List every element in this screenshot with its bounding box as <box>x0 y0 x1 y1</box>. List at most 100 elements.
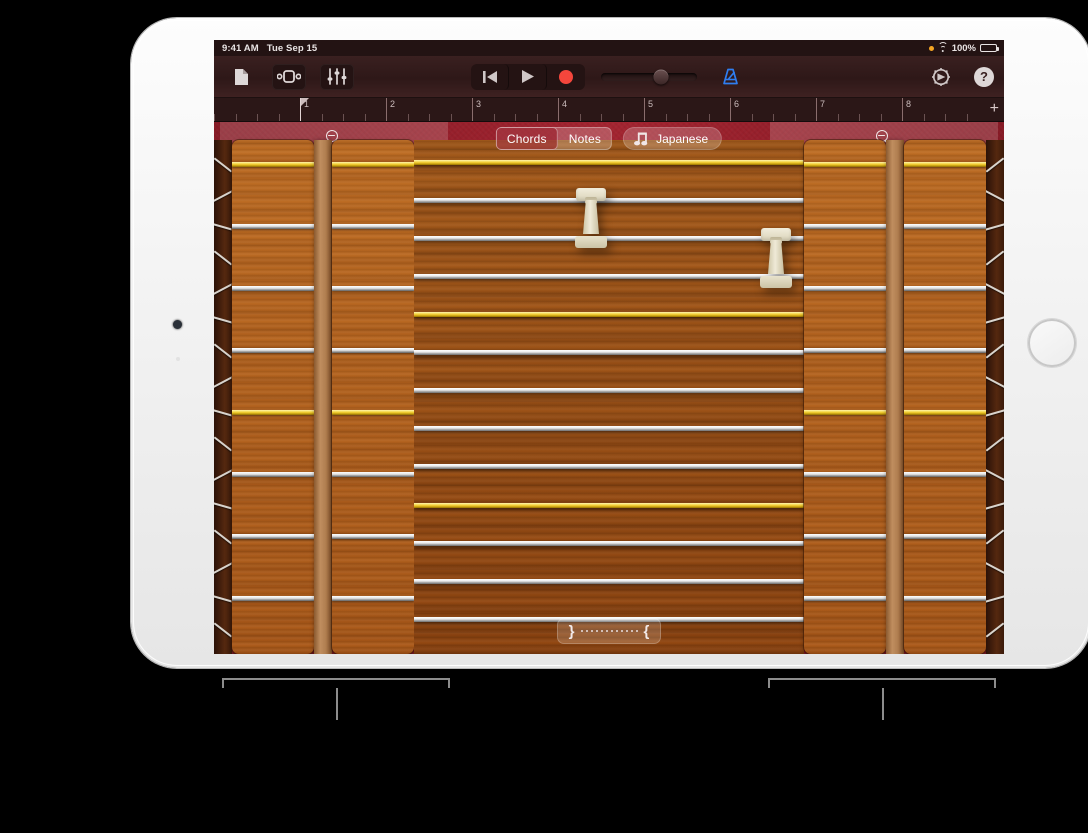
home-button[interactable] <box>1028 319 1076 367</box>
string-wrap <box>214 561 232 575</box>
settings-button[interactable] <box>924 64 958 90</box>
zone-divider <box>804 471 886 477</box>
zone-divider <box>904 285 986 291</box>
string-wrap <box>214 223 232 231</box>
zone-divider <box>232 223 314 229</box>
zone-divider-gold <box>232 162 314 167</box>
string-wrap <box>214 316 232 324</box>
zone-divider <box>804 595 886 601</box>
string-wrap <box>986 250 1004 266</box>
rewind-button[interactable] <box>471 63 509 90</box>
ruler-beat-tick <box>214 114 215 121</box>
segment-notes[interactable]: Notes <box>558 127 612 150</box>
ruler-bar-number: 2 <box>390 99 396 109</box>
ruler-bar-number: 8 <box>906 99 912 109</box>
master-volume-slider[interactable] <box>601 69 697 84</box>
string-wrap <box>214 409 232 417</box>
wifi-icon <box>937 42 948 52</box>
koto-string[interactable] <box>414 274 804 280</box>
left-play-zone-2[interactable] <box>332 140 414 654</box>
right-play-zone-1[interactable] <box>804 140 886 654</box>
zone-divider-gold <box>804 409 886 415</box>
zone-divider <box>804 533 886 539</box>
battery-icon <box>980 44 999 52</box>
status-bar: 9:41 AM Tue Sep 15 100% <box>214 40 1004 56</box>
koto-soundboard[interactable] <box>414 140 804 654</box>
add-section-button[interactable]: + <box>990 101 999 117</box>
zone-separator-right <box>886 140 904 654</box>
spacing-dot <box>630 630 633 632</box>
koto-string-gold[interactable] <box>414 160 804 165</box>
my-songs-button[interactable] <box>224 64 258 90</box>
koto-string[interactable] <box>414 464 804 470</box>
ruler-bar-number: 4 <box>562 99 568 109</box>
zone-divider <box>232 285 314 291</box>
ipad-device: 9:41 AM Tue Sep 15 100% ? 1 2 3 4 5 6 7 … <box>131 18 1088 668</box>
ruler-beat-tick <box>407 114 409 121</box>
zone-divider <box>804 285 886 291</box>
koto-string[interactable] <box>414 350 804 356</box>
string-wrap <box>986 468 1004 482</box>
ruler-beat-tick <box>536 114 538 121</box>
track-view-button[interactable] <box>272 63 306 90</box>
koto-bridge[interactable] <box>574 188 608 248</box>
record-icon <box>559 69 573 84</box>
string-wrap <box>986 157 1004 173</box>
ruler-beat-tick <box>794 114 796 121</box>
volume-slider-knob[interactable] <box>653 69 669 84</box>
zone-divider <box>332 471 414 477</box>
koto-string-gold[interactable] <box>414 312 804 318</box>
koto-bridge[interactable] <box>759 228 793 288</box>
record-button[interactable] <box>547 64 585 90</box>
segment-chords[interactable]: Chords <box>495 127 558 150</box>
right-play-zone-2[interactable] <box>904 140 986 654</box>
ruler-beat-tick <box>945 114 946 121</box>
left-play-zone-1[interactable] <box>232 140 314 654</box>
koto-string[interactable] <box>414 540 804 546</box>
spacing-dot <box>585 630 588 632</box>
ruler-bar-number: 5 <box>648 99 654 109</box>
ruler-beat-tick <box>429 114 430 121</box>
orange-dot-icon <box>928 45 934 51</box>
timeline-ruler[interactable]: 12345678 + <box>214 98 1004 122</box>
ruler-beat-tick <box>966 114 968 121</box>
koto-string[interactable] <box>414 578 804 584</box>
koto-instrument <box>214 122 1004 654</box>
koto-string[interactable] <box>414 236 804 242</box>
spacing-dot <box>610 630 613 632</box>
string-wrap <box>986 282 1004 296</box>
ruler-beat-tick <box>687 114 688 121</box>
ruler-beat-tick <box>859 114 860 121</box>
metronome-button[interactable] <box>713 64 747 90</box>
string-wrap <box>214 250 232 266</box>
chords-notes-toggle: Chords Notes <box>495 127 613 150</box>
front-camera <box>173 320 182 329</box>
koto-string[interactable] <box>414 388 804 394</box>
glissando-control[interactable]: } { <box>557 618 661 644</box>
zone-divider <box>804 347 886 353</box>
play-button[interactable] <box>509 63 547 90</box>
playhead[interactable] <box>300 98 309 121</box>
help-button[interactable]: ? <box>974 66 994 87</box>
ruler-beat-tick <box>601 114 602 121</box>
string-wrap <box>986 343 1004 359</box>
gear-icon <box>932 67 950 86</box>
string-wrap <box>214 595 232 603</box>
string-wrap <box>986 409 1004 417</box>
string-wrap <box>986 595 1004 603</box>
ruler-beat-tick <box>321 114 323 121</box>
koto-string[interactable] <box>414 426 804 432</box>
zone-divider <box>232 533 314 539</box>
spacing-dot <box>615 630 618 632</box>
string-wrap <box>986 189 1004 203</box>
koto-string[interactable] <box>414 198 804 204</box>
zone-divider-gold <box>232 409 314 415</box>
ruler-beat-tick <box>837 114 839 121</box>
scale-button[interactable]: Japanese <box>623 127 723 150</box>
ruler-beat-tick <box>493 114 495 121</box>
koto-string-gold[interactable] <box>414 502 804 508</box>
string-wrap <box>214 502 232 510</box>
string-spacing-icon: } <box>568 622 575 640</box>
mixer-button[interactable] <box>320 63 354 90</box>
ruler-beat-tick <box>450 114 452 121</box>
